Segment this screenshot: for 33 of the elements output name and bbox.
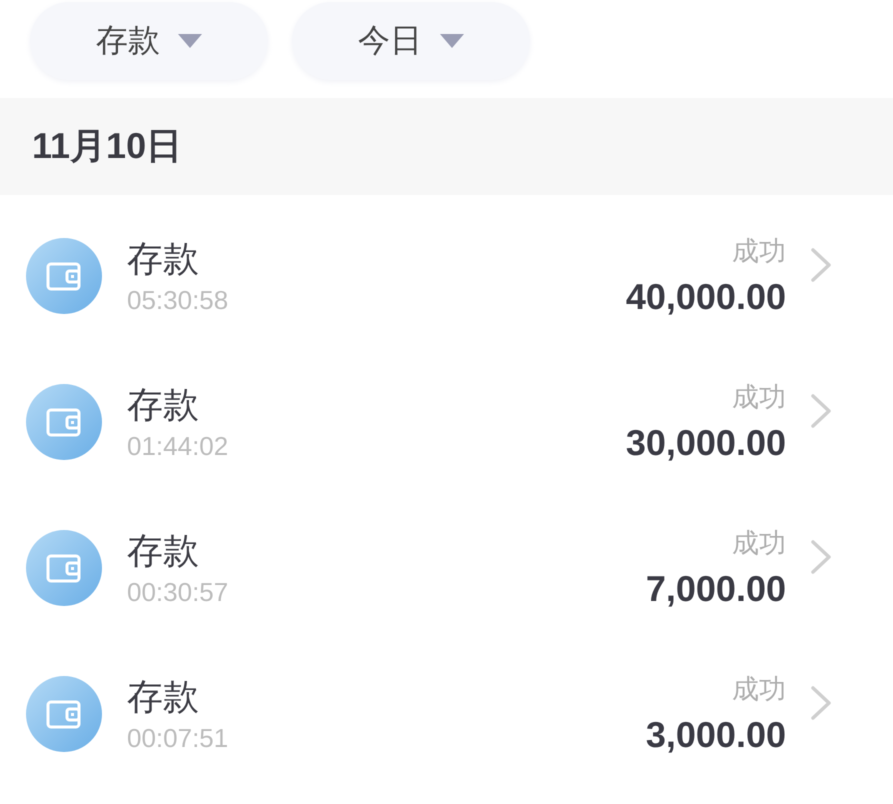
transaction-status: 成功 — [732, 673, 786, 705]
transaction-time: 01:44:02 — [127, 431, 230, 461]
date-header: 11月10日 — [32, 124, 182, 168]
transaction-time: 00:07:51 — [127, 723, 230, 753]
chevron-right-icon — [810, 394, 832, 428]
chevron-right-icon — [810, 540, 832, 574]
chevron-right-icon — [810, 686, 832, 720]
transaction-title: 存款 — [127, 383, 200, 427]
wallet-icon — [26, 384, 102, 460]
transaction-amount: 30,000.00 — [626, 423, 786, 463]
transaction-status: 成功 — [732, 527, 786, 559]
transaction-amount: 7,000.00 — [646, 569, 786, 609]
transaction-amount: 3,000.00 — [646, 715, 786, 755]
filter-dropdown[interactable]: 今日 — [292, 2, 530, 80]
transaction-status: 成功 — [732, 381, 786, 413]
transaction-row[interactable]: 存款 01:44:02 成功 30,000.00 — [0, 349, 893, 495]
transaction-time: 00:30:57 — [127, 577, 230, 607]
transaction-title: 存款 — [127, 237, 200, 281]
transaction-amount: 40,000.00 — [626, 277, 786, 317]
transaction-title: 存款 — [127, 675, 200, 719]
wallet-icon — [26, 238, 102, 314]
transaction-row[interactable]: 存款 05:30:58 成功 40,000.00 — [0, 203, 893, 349]
filter-dropdown[interactable]: 存款 — [30, 2, 268, 80]
transaction-status: 成功 — [732, 235, 786, 267]
caret-down-icon — [440, 34, 464, 48]
chevron-right-icon — [810, 248, 832, 282]
transaction-title: 存款 — [127, 529, 200, 573]
transaction-time: 05:30:58 — [127, 285, 230, 315]
wallet-icon — [26, 676, 102, 752]
wallet-icon — [26, 530, 102, 606]
caret-down-icon — [178, 34, 202, 48]
transaction-row[interactable]: 存款 00:07:51 成功 3,000.00 — [0, 641, 893, 787]
transaction-row[interactable]: 存款 00:30:57 成功 7,000.00 — [0, 495, 893, 641]
